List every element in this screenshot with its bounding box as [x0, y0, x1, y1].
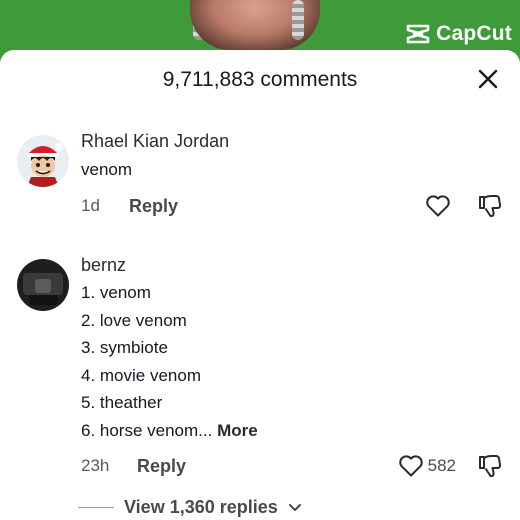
- dislike-button[interactable]: [476, 193, 502, 219]
- view-replies-label: View 1,360 replies: [124, 497, 278, 517]
- comment-text-line: 5. theather: [81, 393, 163, 412]
- like-button[interactable]: 582: [398, 454, 456, 478]
- comment-text-line: 4. movie venom: [81, 365, 201, 385]
- comment-text-line: 1. venom: [81, 283, 151, 302]
- more-link[interactable]: More: [217, 421, 258, 440]
- comment-body: Rhael Kian Jordan venom: [81, 129, 502, 184]
- view-replies-button[interactable]: View 1,360 replies: [78, 497, 302, 518]
- thumbs-down-icon: [479, 195, 502, 217]
- comment-actions: 582: [398, 451, 502, 481]
- comment-username[interactable]: Rhael Kian Jordan: [81, 129, 502, 153]
- reply-button[interactable]: Reply: [137, 456, 186, 477]
- comment-meta: 1d Reply: [81, 191, 502, 221]
- cartoon-pirate-avatar-icon: [17, 135, 69, 187]
- comment-meta: 23h Reply 582: [81, 451, 502, 481]
- comments-count-title: 9,711,883 comments: [162, 67, 358, 91]
- close-icon[interactable]: [476, 67, 500, 91]
- heart-icon: [398, 455, 423, 477]
- like-count: 582: [427, 456, 456, 475]
- comment-text-line-last: 6. horse venom... More: [81, 417, 502, 445]
- video-earring-right: [292, 0, 304, 40]
- capcut-logo-icon: [406, 24, 430, 44]
- comment-username[interactable]: bernz: [81, 253, 502, 277]
- comment-time: 23h: [81, 456, 110, 475]
- capcut-label: CapCut: [436, 22, 512, 45]
- reply-button[interactable]: Reply: [129, 196, 178, 217]
- comment-text-line: 3. symbiote: [81, 338, 168, 357]
- avatar[interactable]: [17, 259, 69, 311]
- sheet-header: 9,711,883 comments: [0, 50, 520, 110]
- avatar[interactable]: [17, 135, 69, 187]
- comment-text-block: 1. venom 2. love venom 3. symbiote 4. mo…: [81, 279, 502, 444]
- like-button[interactable]: [425, 194, 451, 218]
- heart-icon: [426, 195, 450, 217]
- comment-actions: [425, 191, 502, 221]
- chevron-down-icon: [288, 503, 301, 511]
- comment-body: bernz 1. venom 2. love venom 3. symbiote…: [81, 253, 502, 444]
- thumbs-down-icon: [479, 455, 502, 477]
- dislike-button[interactable]: [476, 453, 502, 479]
- comment-text-line: 2. love venom: [81, 310, 187, 330]
- replies-divider: [78, 507, 114, 508]
- comment-text: venom: [81, 160, 133, 179]
- comment-time: 1d: [81, 196, 100, 215]
- capcut-watermark: CapCut: [405, 22, 512, 46]
- comment-text-truncated: 6. horse venom...: [81, 420, 213, 440]
- dark-photo-avatar-icon: [17, 259, 69, 311]
